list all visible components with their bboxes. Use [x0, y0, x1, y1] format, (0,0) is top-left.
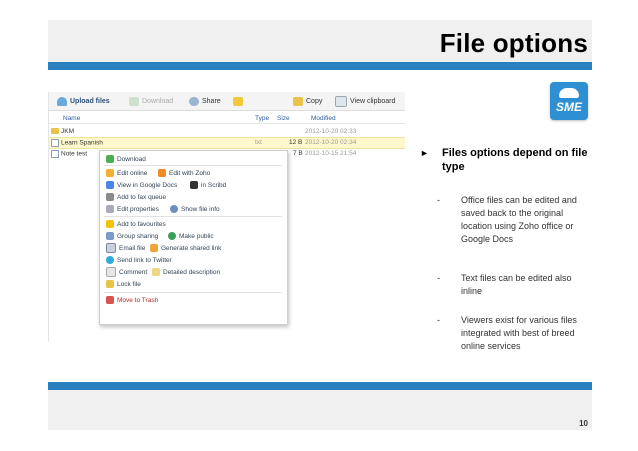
folder-icon [51, 128, 59, 135]
file-type: txt [255, 139, 262, 146]
file-name: Learn Spanish [61, 139, 103, 147]
document-icon [51, 139, 59, 147]
document-icon [51, 150, 59, 158]
sub-bullet-text: Text files can be edited also inline [461, 273, 572, 296]
menu-view-google-docs[interactable]: View in Google Docs [106, 180, 177, 190]
menu-show-file-info[interactable]: Show file info [170, 204, 220, 214]
cloud-upload-icon [57, 97, 67, 106]
logo-text: SME [555, 100, 582, 114]
view-clipboard-label: View clipboard [350, 98, 396, 105]
file-toolbar: Upload files Download Share Copy View cl… [49, 92, 405, 111]
header-accent-bar [48, 62, 592, 70]
note-icon [152, 268, 160, 276]
menu-add-favourites[interactable]: Add to favourites [106, 219, 166, 229]
menu-comment[interactable]: Comment [106, 267, 147, 277]
file-row[interactable]: JKM 2012-10-20 02:33 [49, 127, 405, 137]
menu-in-scribd[interactable]: in Scribd [190, 180, 226, 190]
clipboard-view-icon [335, 96, 347, 107]
file-modified: 2012-10-20 02:33 [305, 128, 357, 135]
dash-icon: - [437, 315, 440, 325]
dash-icon: - [437, 195, 440, 205]
column-header-row: Name Type Size Modified [49, 114, 405, 124]
file-row-selected[interactable]: Learn Spanish txt 12 B 2012-10-20 02:34 [49, 137, 405, 149]
upload-files-button[interactable]: Upload files [57, 96, 110, 107]
menu-send-twitter[interactable]: Send link to Twitter [106, 255, 172, 265]
download-button[interactable]: Download [129, 96, 173, 107]
column-type[interactable]: Type [255, 115, 269, 122]
file-name: Note test [61, 150, 88, 158]
zoho-icon [158, 169, 166, 177]
file-modified: 2012-10-20 02:34 [305, 139, 357, 146]
new-folder-button[interactable] [233, 96, 243, 107]
view-clipboard-button[interactable]: View clipboard [335, 96, 395, 107]
menu-edit-properties[interactable]: Edit properties [106, 204, 159, 214]
share-button[interactable]: Share [189, 96, 221, 107]
cloud-icon [559, 88, 579, 98]
star-icon [106, 220, 114, 228]
properties-icon [106, 205, 114, 213]
twitter-icon [106, 256, 114, 264]
menu-download[interactable]: Download [106, 154, 146, 164]
share-icon [189, 97, 199, 106]
copy-button[interactable]: Copy [293, 96, 322, 107]
menu-divider [104, 216, 282, 217]
menu-generate-shared-link[interactable]: Generate shared link [150, 243, 221, 253]
download-icon [129, 97, 139, 106]
footer-band [48, 390, 592, 430]
dash-icon: - [437, 273, 440, 283]
sub-bullet-text: Office files can be edited and saved bac… [461, 195, 577, 244]
file-name: JKM [61, 128, 74, 135]
google-docs-icon [106, 181, 114, 189]
file-size: 12 B [289, 139, 303, 146]
link-icon [150, 244, 158, 252]
file-manager-screenshot: Upload files Download Share Copy View cl… [48, 92, 405, 342]
menu-divider [104, 165, 282, 166]
column-name[interactable]: Name [63, 115, 80, 122]
sub-bullet-text: Viewers exist for various files integrat… [461, 315, 577, 351]
menu-lock-file[interactable]: Lock file [106, 279, 141, 289]
column-modified[interactable]: Modified [311, 115, 336, 122]
email-icon [106, 243, 116, 253]
menu-make-public[interactable]: Make public [168, 231, 214, 241]
upload-files-label: Upload files [70, 98, 110, 105]
share-label: Share [202, 98, 221, 105]
folder-add-icon [233, 97, 243, 106]
menu-add-fax-queue[interactable]: Add to fax queue [106, 192, 166, 202]
menu-email-file[interactable]: Email file [106, 243, 145, 253]
sme-cloud-logo: SME [550, 82, 588, 120]
main-bullet-text: Files options depend on file type [442, 147, 588, 173]
file-size: 7 B [293, 150, 303, 157]
menu-group-sharing[interactable]: Group sharing [106, 231, 158, 241]
scribd-icon [190, 181, 198, 189]
gear-icon [170, 205, 178, 213]
column-size[interactable]: Size [277, 115, 290, 122]
trash-icon [106, 296, 114, 304]
menu-edit-online[interactable]: Edit online [106, 168, 147, 178]
fax-icon [106, 193, 114, 201]
file-modified: 2012-10-15 21:54 [305, 150, 357, 157]
page-number: 10 [579, 419, 588, 428]
menu-move-trash[interactable]: Move to Trash [106, 295, 158, 305]
file-context-menu: Download Edit online Edit with Zoho View… [99, 150, 288, 325]
menu-edit-with-zoho[interactable]: Edit with Zoho [158, 168, 210, 178]
bullet-arrow-icon: ► [420, 148, 429, 158]
globe-icon [168, 232, 176, 240]
comment-icon [106, 267, 116, 277]
pencil-icon [106, 169, 114, 177]
menu-detailed-description[interactable]: Detailed description [152, 267, 220, 277]
group-icon [106, 232, 114, 240]
clipboard-icon [293, 97, 303, 106]
lock-icon [106, 280, 114, 288]
copy-label: Copy [306, 98, 323, 105]
download-icon [106, 155, 114, 163]
menu-divider [104, 292, 282, 293]
footer-accent-bar [48, 382, 592, 390]
slide-title: File options [439, 28, 588, 58]
download-label: Download [142, 98, 174, 105]
